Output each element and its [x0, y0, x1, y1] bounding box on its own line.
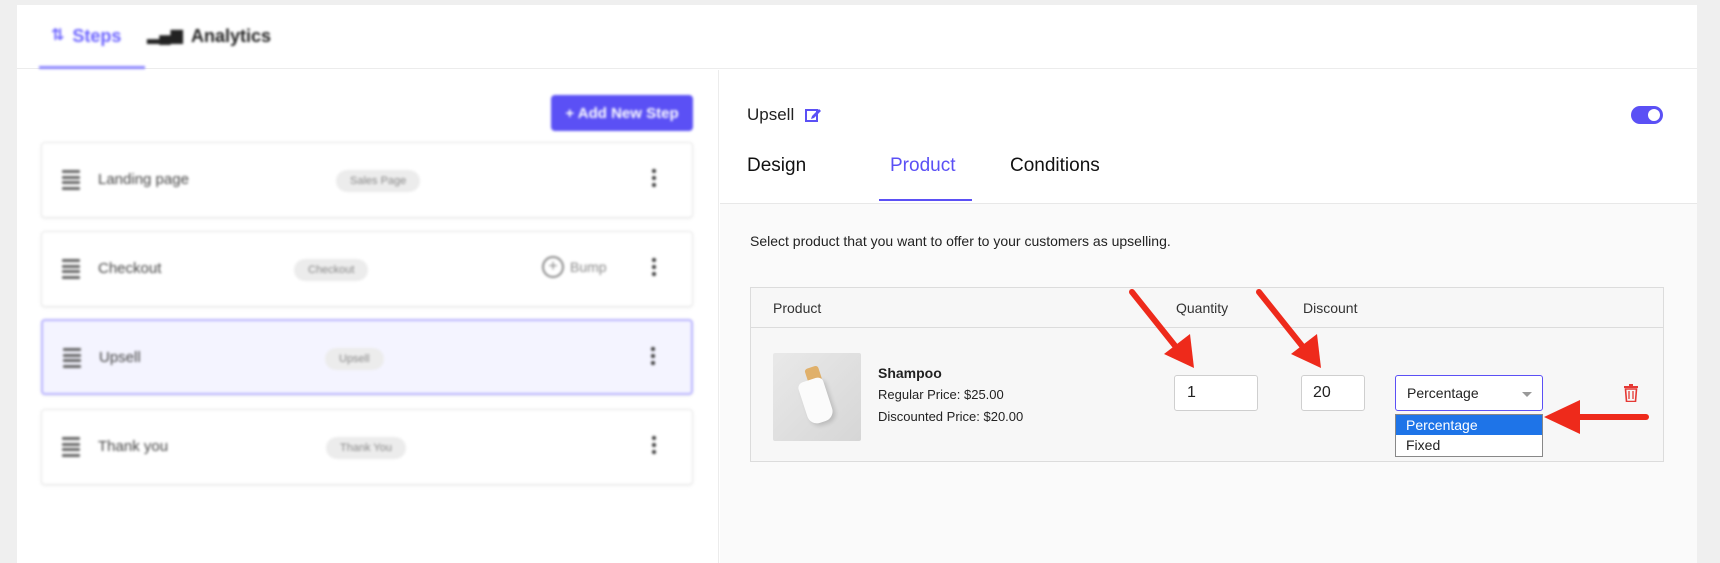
tab-steps[interactable]: ⇅ Steps: [39, 25, 145, 69]
step-type-badge: Checkout: [294, 259, 369, 281]
active-tab-indicator: [879, 199, 972, 201]
regular-price: Regular Price: $25.00: [878, 387, 1004, 402]
discount-input[interactable]: 20: [1301, 375, 1365, 411]
annotation-arrow-dropdown: [1544, 400, 1649, 434]
drag-handle-icon[interactable]: [63, 348, 81, 368]
drag-handle-icon[interactable]: [62, 259, 80, 279]
step-card-landing-page[interactable]: Landing page Sales Page: [41, 142, 693, 218]
tab-analytics[interactable]: ▂▄▆ Analytics: [147, 25, 271, 69]
product-name: Shampoo: [878, 365, 942, 381]
more-options-icon[interactable]: [652, 436, 656, 454]
annotation-arrow-quantity: [1129, 289, 1194, 368]
column-header-product: Product: [773, 300, 822, 316]
quantity-input[interactable]: 1: [1174, 375, 1258, 411]
step-title: Upsell: [747, 105, 822, 125]
step-card-thank-you[interactable]: Thank you Thank You: [41, 409, 693, 485]
discount-type-dropdown: Percentage Fixed: [1395, 414, 1543, 457]
step-type-badge: Upsell: [325, 348, 384, 370]
add-new-step-button[interactable]: + Add New Step: [551, 95, 693, 131]
table-header: Product Quantity Discount: [751, 288, 1663, 328]
drag-handle-icon[interactable]: [62, 170, 80, 190]
step-type-badge: Sales Page: [336, 170, 421, 192]
option-fixed[interactable]: Fixed: [1396, 435, 1542, 455]
discount-type-select[interactable]: Percentage: [1395, 375, 1543, 411]
step-name: Upsell: [99, 349, 141, 366]
product-info: Shampoo Regular Price: $25.00 Discounted…: [878, 362, 1023, 428]
step-name: Thank you: [98, 438, 169, 455]
drag-handle-icon[interactable]: [62, 437, 80, 457]
product-description: Select product that you want to offer to…: [750, 233, 1171, 249]
bar-chart-icon: ▂▄▆: [147, 27, 183, 44]
step-name: Checkout: [98, 260, 162, 277]
top-navigation: ⇅ Steps ▂▄▆ Analytics: [17, 5, 1697, 69]
tab-design[interactable]: Design: [747, 155, 806, 177]
plus-circle-icon: +: [542, 256, 564, 278]
discounted-price: Discounted Price: $20.00: [878, 409, 1024, 424]
more-options-icon[interactable]: [652, 169, 656, 187]
product-image: [773, 353, 861, 441]
settings-header: Upsell Design Product Conditions: [720, 70, 1697, 204]
app-window: ⇅ Steps ▂▄▆ Analytics + Add New Step Lan…: [17, 5, 1697, 563]
step-type-badge: Thank You: [326, 437, 406, 459]
tab-conditions[interactable]: Conditions: [1010, 155, 1100, 177]
steps-icon: ⇅: [51, 27, 65, 44]
more-options-icon[interactable]: [651, 347, 655, 365]
steps-panel: + Add New Step Landing page Sales Page C…: [17, 70, 719, 563]
step-enabled-toggle[interactable]: [1631, 106, 1663, 124]
add-bump-button[interactable]: + Bump: [542, 256, 607, 278]
step-card-upsell[interactable]: Upsell Upsell: [41, 319, 693, 395]
more-options-icon[interactable]: [652, 258, 656, 276]
step-name: Landing page: [98, 171, 189, 188]
chevron-down-icon: [1522, 392, 1532, 397]
step-card-checkout[interactable]: Checkout Checkout + Bump: [41, 231, 693, 307]
product-table: Product Quantity Discount Shampoo Regula…: [750, 287, 1664, 462]
annotation-arrow-discount: [1256, 289, 1321, 368]
edit-icon[interactable]: [804, 106, 822, 124]
option-percentage[interactable]: Percentage: [1396, 415, 1542, 435]
tab-product[interactable]: Product: [890, 155, 955, 177]
step-settings-panel: Upsell Design Product Conditions Select …: [720, 70, 1697, 563]
